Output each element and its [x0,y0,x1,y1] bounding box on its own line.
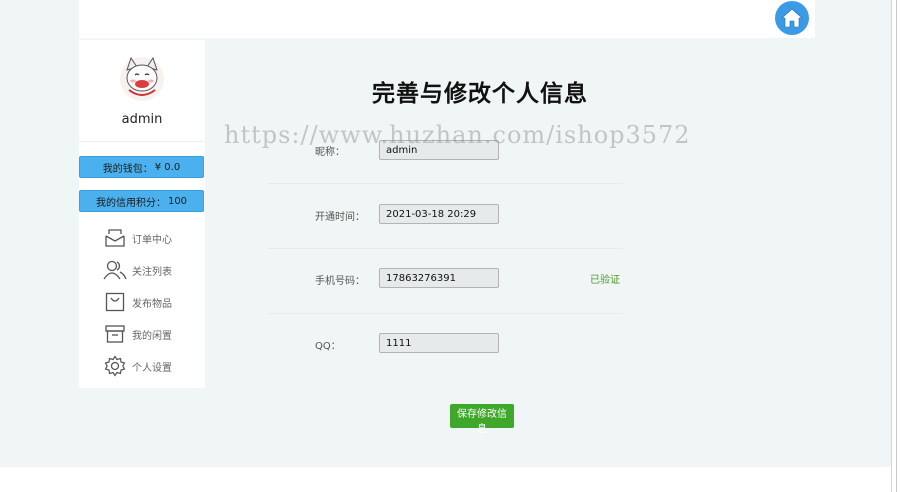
archive-box-icon [103,322,127,346]
sidebar-item-follows[interactable]: 关注列表 [103,258,172,282]
home-button[interactable] [775,1,809,35]
sidebar-item-label: 我的闲置 [132,330,172,342]
credit-label: 我的信用积分： [95,197,166,209]
row-divider [268,313,623,314]
sidebar-item-label: 发布物品 [132,298,172,310]
inbox-icon [103,226,127,250]
users-icon [103,258,127,282]
home-icon [781,8,803,28]
sidebar-item-idle[interactable]: 我的闲置 [103,322,172,346]
qq-label: QQ： [315,341,341,352]
username: admin [121,112,163,127]
save-button[interactable]: 保存修改信息 [450,404,514,435]
sidebar-item-publish[interactable]: 发布物品 [103,290,172,314]
sidebar-item-settings[interactable]: 个人设置 [103,354,172,378]
scrollbar-border [896,0,897,492]
wallet-badge[interactable]: 我的钱包： ¥ 0.0 [79,156,204,178]
verified-status: 已验证 [590,275,620,286]
credit-value: 100 [167,195,188,207]
row-divider [268,183,623,184]
gear-icon [103,354,127,378]
footer-strip [0,467,900,492]
page-title: 完善与修改个人信息 [372,81,588,107]
sidebar-item-orders[interactable]: 订单中心 [103,226,172,250]
avatar[interactable] [117,52,167,104]
sidebar: admin 我的钱包： ¥ 0.0 我的信用积分： 100 订单中心 关注列表 … [79,40,205,388]
wallet-label: 我的钱包： [102,163,153,175]
top-bar [79,0,815,38]
phone-field[interactable] [379,268,499,288]
sidebar-divider [79,141,205,142]
sidebar-item-label: 个人设置 [132,362,172,374]
nickname-label: 昵称： [315,147,345,158]
sidebar-item-label: 订单中心 [132,234,172,246]
open-time-label: 开通时间： [315,212,365,223]
nickname-field[interactable] [379,140,499,160]
wallet-value: ¥ 0.0 [154,161,181,173]
qq-field[interactable] [379,333,499,353]
shopping-bag-icon [103,290,127,314]
credit-badge[interactable]: 我的信用积分： 100 [79,190,204,212]
phone-label: 手机号码： [315,276,365,287]
row-divider [268,248,623,249]
sidebar-item-label: 关注列表 [132,266,172,278]
open-time-field[interactable] [379,204,499,224]
